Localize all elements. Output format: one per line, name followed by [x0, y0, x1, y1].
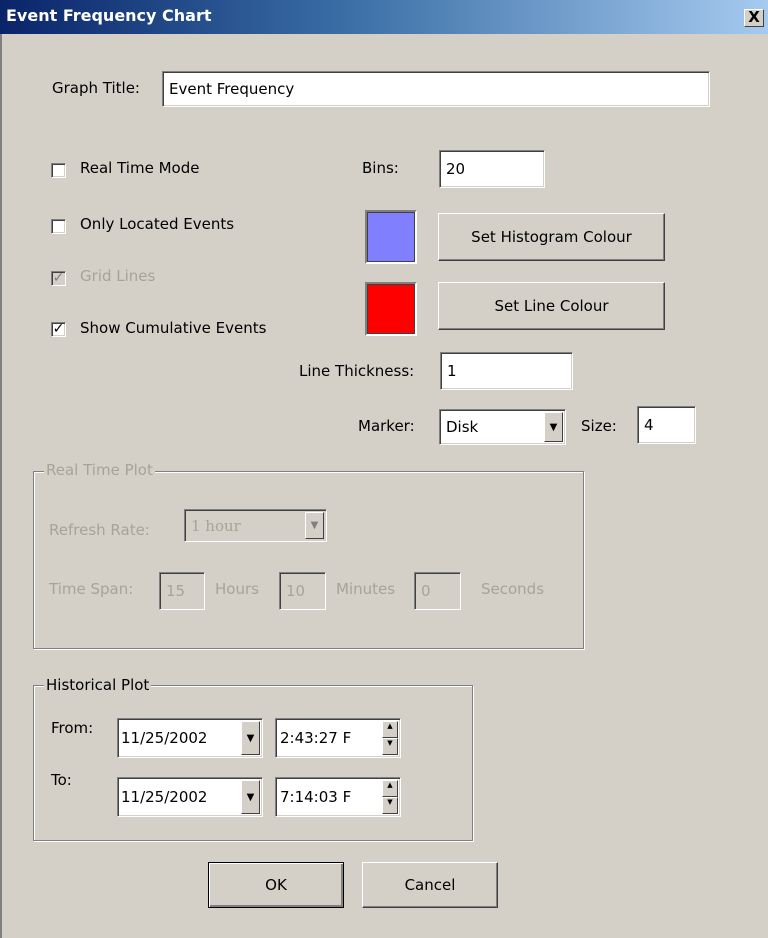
- bins-label: Bins:: [362, 159, 399, 177]
- line-thickness-label: Line Thickness:: [299, 362, 415, 380]
- show-cumulative-events-label: Show Cumulative Events: [80, 319, 267, 337]
- from-time-picker[interactable]: 2:43:27 F ▲ ▼: [275, 718, 401, 758]
- refresh-rate-select[interactable]: 1 hour ▼: [184, 509, 327, 542]
- from-date-picker[interactable]: 11/25/2002 ▼: [117, 718, 263, 758]
- real-time-mode-label: Real Time Mode: [80, 159, 200, 177]
- time-spinner[interactable]: ▲ ▼: [382, 780, 398, 814]
- from-label: From:: [51, 719, 94, 737]
- bins-input[interactable]: 20: [439, 150, 545, 188]
- set-line-colour-button[interactable]: Set Line Colour: [438, 282, 665, 330]
- window-title: Event Frequency Chart: [6, 6, 212, 25]
- histogram-colour-swatch: [365, 210, 417, 264]
- minutes-input[interactable]: 10: [279, 572, 326, 610]
- checkmark-icon: ✓: [52, 270, 65, 286]
- real-time-mode-checkbox[interactable]: [51, 163, 66, 178]
- calendar-dropdown-icon[interactable]: ▼: [241, 721, 260, 755]
- set-histogram-colour-button[interactable]: Set Histogram Colour: [438, 213, 665, 261]
- graph-title-label: Graph Title:: [52, 79, 140, 97]
- time-spinner[interactable]: ▲ ▼: [382, 721, 398, 755]
- spin-up-icon[interactable]: ▲: [382, 780, 398, 797]
- seconds-input[interactable]: 0: [414, 572, 461, 610]
- chevron-down-icon[interactable]: ▼: [305, 512, 324, 539]
- refresh-rate-label: Refresh Rate:: [49, 521, 150, 539]
- graph-title-input[interactable]: Event Frequency: [162, 71, 710, 107]
- only-located-events-checkbox[interactable]: [51, 219, 66, 234]
- ok-button[interactable]: OK: [208, 862, 344, 908]
- close-icon: X: [748, 8, 760, 26]
- to-label: To:: [51, 771, 72, 789]
- seconds-label: Seconds: [481, 580, 545, 598]
- checkmark-icon: ✓: [52, 321, 65, 337]
- grid-lines-label: Grid Lines: [80, 267, 156, 285]
- real-time-plot-group: [33, 471, 584, 649]
- marker-size-input[interactable]: 4: [637, 406, 696, 444]
- marker-label: Marker:: [358, 417, 415, 435]
- line-colour-swatch: [365, 282, 417, 336]
- only-located-events-label: Only Located Events: [80, 215, 235, 233]
- minutes-label: Minutes: [336, 580, 396, 598]
- spin-up-icon[interactable]: ▲: [382, 721, 398, 738]
- to-date-picker[interactable]: 11/25/2002 ▼: [117, 777, 263, 817]
- to-time-picker[interactable]: 7:14:03 F ▲ ▼: [275, 777, 401, 817]
- hours-input[interactable]: 15: [159, 572, 205, 610]
- spin-down-icon[interactable]: ▼: [382, 797, 398, 814]
- calendar-dropdown-icon[interactable]: ▼: [241, 780, 260, 814]
- marker-select[interactable]: Disk ▼: [439, 409, 566, 445]
- historical-plot-legend: Historical Plot: [44, 676, 152, 694]
- close-button[interactable]: X: [744, 9, 764, 27]
- window-frame: [0, 34, 2, 938]
- hours-label: Hours: [215, 580, 259, 598]
- cancel-button[interactable]: Cancel: [362, 862, 498, 908]
- marker-size-label: Size:: [581, 417, 617, 435]
- chevron-down-icon[interactable]: ▼: [544, 412, 563, 442]
- line-thickness-input[interactable]: 1: [440, 352, 573, 390]
- time-span-label: Time Span:: [49, 580, 134, 598]
- spin-down-icon[interactable]: ▼: [382, 738, 398, 755]
- real-time-plot-legend: Real Time Plot: [44, 461, 155, 479]
- grid-lines-checkbox[interactable]: ✓: [51, 271, 66, 286]
- show-cumulative-events-checkbox[interactable]: ✓: [51, 322, 66, 337]
- historical-plot-group: [33, 685, 473, 841]
- title-bar: Event Frequency Chart X: [0, 0, 768, 34]
